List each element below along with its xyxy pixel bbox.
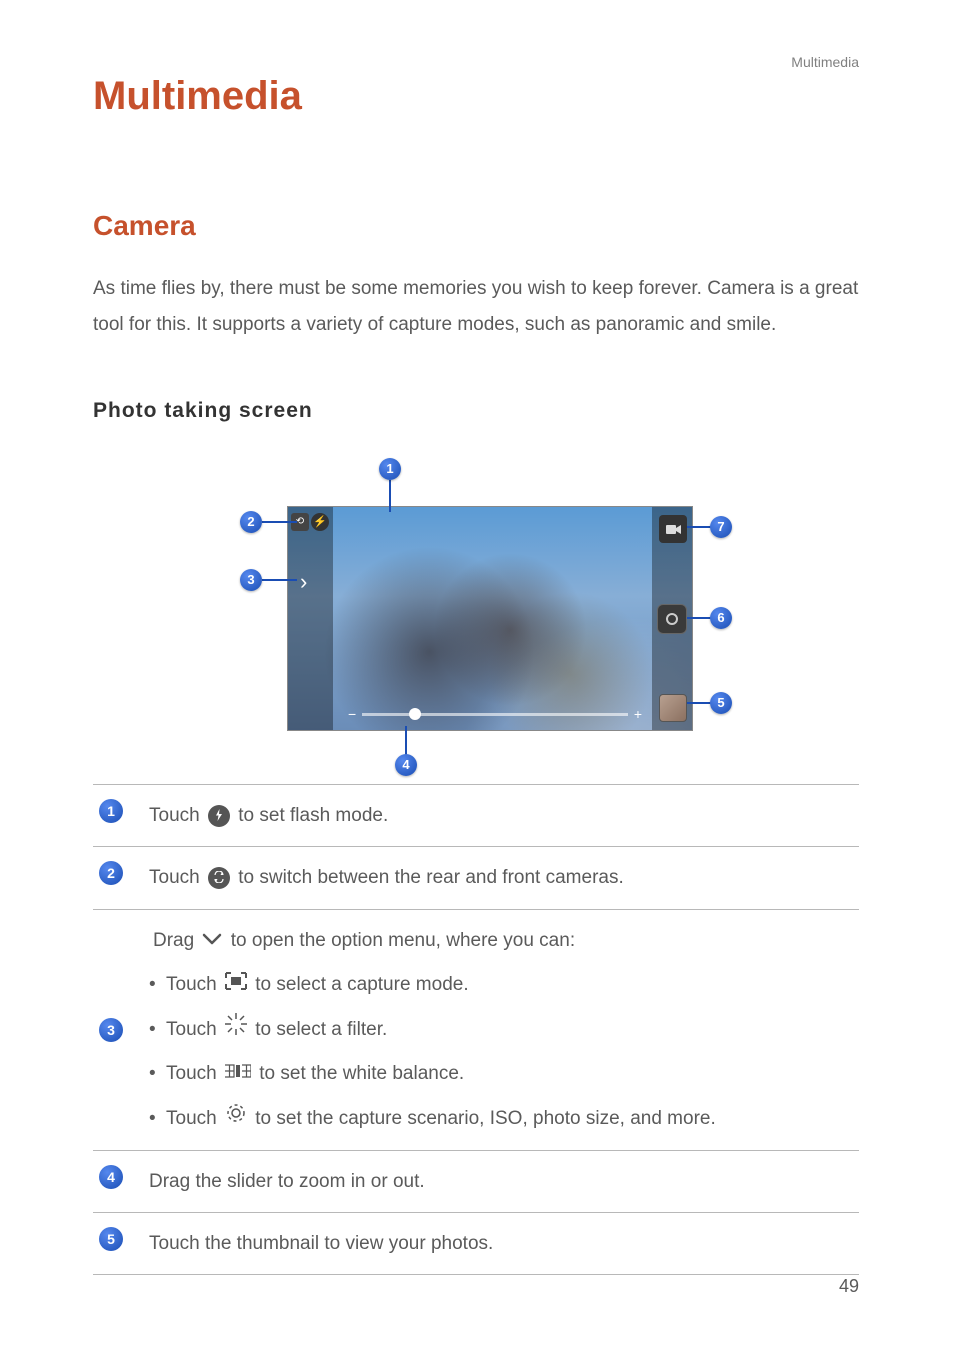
row3-b4-post: to set the capture scenario, ISO, photo … <box>255 1108 715 1129</box>
row1-pre: Touch <box>149 805 205 826</box>
row3-b1-post: to select a capture mode. <box>255 974 468 995</box>
subsection-title: Photo taking screen <box>93 399 313 423</box>
callout-marker-6: 6 <box>710 607 732 629</box>
gallery-thumbnail[interactable] <box>659 694 687 722</box>
row-marker-5: 5 <box>99 1227 123 1251</box>
row3-b1-pre: Touch <box>166 974 222 995</box>
zoom-minus-icon: − <box>348 706 356 722</box>
row3-b2-post: to select a filter. <box>255 1019 387 1040</box>
callout-marker-3: 3 <box>240 569 262 591</box>
row2-pre: Touch <box>149 867 205 888</box>
video-mode-icon[interactable] <box>659 515 687 543</box>
header-breadcrumb: Multimedia <box>791 54 859 70</box>
row3-b2-pre: Touch <box>166 1019 222 1040</box>
section-title: Camera <box>93 210 196 242</box>
filter-icon <box>225 1013 247 1046</box>
row3-b4-pre: Touch <box>166 1108 222 1129</box>
row-marker-1: 1 <box>99 799 123 823</box>
callout-marker-4: 4 <box>395 754 417 776</box>
table-row: 4 Drag the slider to zoom in or out. <box>93 1150 859 1212</box>
flash-icon[interactable]: ⚡ <box>311 513 329 531</box>
row2-post: to switch between the rear and front cam… <box>238 867 623 888</box>
page-number: 49 <box>839 1276 859 1297</box>
table-row: 3 Drag to open the option menu, where yo… <box>93 909 859 1150</box>
settings-gear-icon <box>225 1102 247 1135</box>
camera-right-toolbar <box>652 507 692 730</box>
row5-text: Touch the thumbnail to view your photos. <box>149 1227 859 1260</box>
zoom-slider[interactable]: − + <box>348 704 642 724</box>
camera-left-toolbar: ⟲ ⚡ › <box>288 507 333 730</box>
shutter-button[interactable] <box>657 604 687 634</box>
row-marker-2: 2 <box>99 861 123 885</box>
table-row: 2 Touch to switch between the rear and f… <box>93 846 859 908</box>
callout-marker-5: 5 <box>710 692 732 714</box>
camera-viewfinder: ⟲ ⚡ › − + <box>287 506 693 731</box>
capture-mode-icon <box>225 968 247 1001</box>
white-balance-icon <box>225 1058 251 1091</box>
row3-intro-post: to open the option menu, where you can: <box>231 930 575 951</box>
zoom-plus-icon: + <box>634 706 642 722</box>
flash-icon <box>208 805 230 827</box>
page-title: Multimedia <box>93 74 302 119</box>
options-chevron-icon[interactable]: › <box>300 569 307 595</box>
camera-screenshot-diagram: ⟲ ⚡ › − + 1 2 3 4 5 6 7 <box>212 458 742 768</box>
callout-marker-7: 7 <box>710 516 732 538</box>
row3-intro-pre: Drag <box>153 930 199 951</box>
callout-marker-2: 2 <box>240 511 262 533</box>
row3-b3-post: to set the white balance. <box>259 1063 464 1084</box>
row4-text: Drag the slider to zoom in or out. <box>149 1165 859 1198</box>
chevron-down-icon <box>202 924 222 957</box>
row3-b3-pre: Touch <box>166 1063 222 1084</box>
row-marker-4: 4 <box>99 1165 123 1189</box>
callout-marker-1: 1 <box>379 458 401 480</box>
table-row: 1 Touch to set flash mode. <box>93 784 859 846</box>
callout-table: 1 Touch to set flash mode. 2 Touch to sw… <box>93 784 859 1275</box>
row1-post: to set flash mode. <box>238 805 388 826</box>
intro-paragraph: As time flies by, there must be some mem… <box>93 271 859 343</box>
switch-camera-icon <box>208 867 230 889</box>
row-marker-3: 3 <box>99 1018 123 1042</box>
table-row: 5 Touch the thumbnail to view your photo… <box>93 1212 859 1275</box>
